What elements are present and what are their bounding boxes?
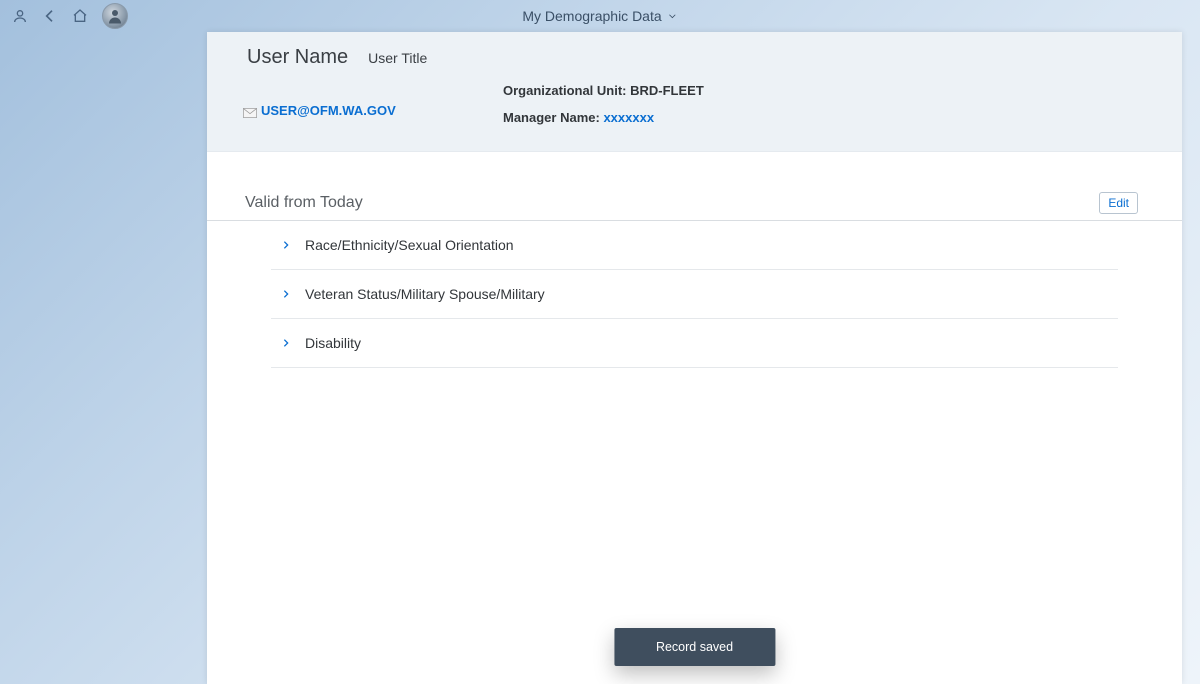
org-unit-label: Organizational Unit: [503, 83, 627, 98]
section-veteran[interactable]: Veteran Status/Military Spouse/Military [271, 270, 1118, 319]
toast-record-saved: Record saved [614, 628, 775, 666]
org-unit-line: Organizational Unit: BRD-FLEET [503, 83, 704, 98]
name-row: User Name User Title [247, 46, 1162, 69]
details-row: USER@OFM.WA.GOV Organizational Unit: BRD… [243, 83, 1162, 137]
chevron-right-icon [281, 336, 291, 350]
chevron-down-icon [668, 11, 678, 21]
toast-message: Record saved [656, 640, 733, 654]
subheader-row: Valid from Today Edit [207, 152, 1182, 221]
manager-line: Manager Name: xxxxxxx [503, 110, 704, 125]
section-disability[interactable]: Disability [271, 319, 1118, 368]
page-title-dropdown[interactable]: My Demographic Data [522, 8, 677, 24]
user-header-block: User Name User Title USER@OFM.WA.GOV Org… [207, 32, 1182, 152]
org-block: Organizational Unit: BRD-FLEET Manager N… [503, 83, 704, 137]
valid-from-text: Valid from Today [245, 194, 363, 212]
avatar[interactable] [102, 3, 128, 29]
user-icon[interactable] [12, 8, 28, 24]
topbar-left-group [12, 3, 128, 29]
section-label: Race/Ethnicity/Sexual Orientation [305, 237, 514, 253]
user-name: User Name [247, 46, 348, 69]
content-card: User Name User Title USER@OFM.WA.GOV Org… [207, 32, 1182, 684]
mail-icon [243, 105, 257, 115]
edit-button[interactable]: Edit [1099, 192, 1138, 214]
email-link[interactable]: USER@OFM.WA.GOV [261, 103, 396, 118]
back-icon[interactable] [42, 8, 58, 24]
sections-container: Race/Ethnicity/Sexual Orientation Vetera… [207, 221, 1182, 368]
page-title: My Demographic Data [522, 8, 661, 24]
section-race[interactable]: Race/Ethnicity/Sexual Orientation [271, 221, 1118, 270]
manager-link[interactable]: xxxxxxx [603, 110, 654, 125]
section-label: Veteran Status/Military Spouse/Military [305, 286, 545, 302]
chevron-right-icon [281, 287, 291, 301]
chevron-right-icon [281, 238, 291, 252]
email-block: USER@OFM.WA.GOV [243, 83, 443, 137]
home-icon[interactable] [72, 8, 88, 24]
user-title: User Title [368, 50, 427, 66]
org-unit-value: BRD-FLEET [630, 83, 704, 98]
manager-label: Manager Name: [503, 110, 600, 125]
shell-topbar: My Demographic Data [0, 0, 1200, 32]
section-label: Disability [305, 335, 361, 351]
